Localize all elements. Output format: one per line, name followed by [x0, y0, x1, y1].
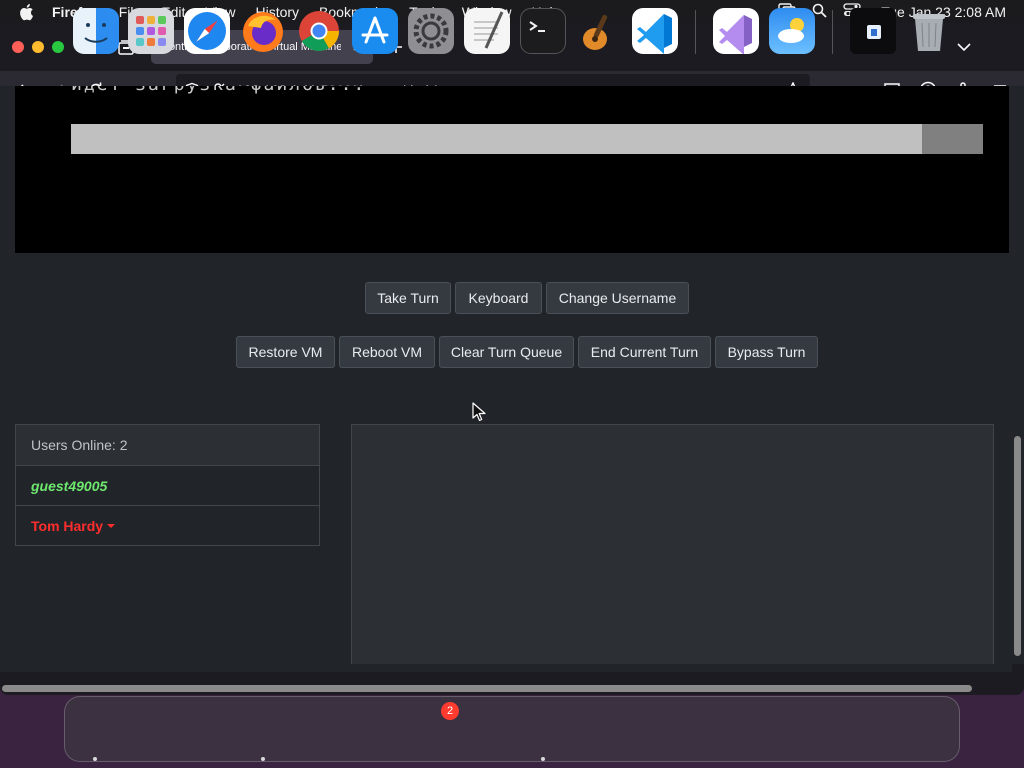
vm-progress-fill: [71, 124, 922, 154]
vscode-icon[interactable]: [632, 8, 678, 54]
clear-turn-queue-button[interactable]: Clear Turn Queue: [439, 336, 574, 368]
vertical-scrollbar-thumb[interactable]: [1014, 436, 1021, 656]
horizontal-scrollbar-thumb[interactable]: [2, 685, 972, 692]
dock-separator-2: [832, 10, 833, 54]
finder-icon[interactable]: [73, 8, 119, 54]
restore-vm-button[interactable]: Restore VM: [236, 336, 335, 368]
user-row-guest[interactable]: guest49005: [16, 466, 319, 506]
safari-icon[interactable]: [184, 8, 230, 54]
running-indicator-firefox: [261, 757, 265, 761]
user-name-admin: Tom Hardy: [31, 518, 104, 534]
running-indicator-finder: [93, 757, 97, 761]
visual-studio-icon[interactable]: [713, 8, 759, 55]
bypass-turn-button[interactable]: Bypass Turn: [715, 336, 818, 368]
list-all-tabs-icon[interactable]: [954, 37, 974, 57]
user-row-admin[interactable]: Tom Hardy: [16, 506, 319, 546]
screenshot-icon[interactable]: [850, 8, 896, 54]
users-online-panel: Users Online: 2 guest49005 Tom Hardy: [15, 424, 320, 546]
caret-down-icon[interactable]: [107, 524, 116, 528]
vm-progress-bar: [71, 124, 983, 154]
change-username-button[interactable]: Change Username: [546, 282, 689, 314]
launchpad-icon[interactable]: [128, 8, 174, 54]
trash-icon[interactable]: [906, 8, 952, 54]
settings-badge: 2: [441, 702, 459, 720]
window-close-button[interactable]: [12, 41, 24, 53]
take-turn-button[interactable]: Take Turn: [365, 282, 451, 314]
apple-icon[interactable]: [18, 3, 38, 21]
user-name-guest: guest49005: [31, 477, 108, 494]
mouse-cursor-icon: [472, 402, 486, 422]
users-online-header: Users Online: 2: [16, 425, 319, 466]
dock: [64, 696, 960, 762]
chrome-icon[interactable]: [296, 8, 342, 54]
firefox-icon[interactable]: [240, 8, 286, 54]
dock-separator: [695, 10, 696, 54]
page-content: идет загрузка файлов... Take Turn Keyboa…: [0, 86, 1012, 664]
horizontal-scrollbar-track[interactable]: [0, 664, 1012, 672]
weather-icon[interactable]: [769, 8, 815, 54]
keyboard-button[interactable]: Keyboard: [455, 282, 542, 314]
textedit-icon[interactable]: [464, 8, 510, 54]
end-current-turn-button[interactable]: End Current Turn: [578, 336, 711, 368]
window-zoom-button[interactable]: [52, 41, 64, 53]
garageband-icon[interactable]: [576, 8, 622, 54]
window-minimize-button[interactable]: [32, 41, 44, 53]
vm-display[interactable]: идет загрузка файлов...: [15, 86, 1009, 253]
system-settings-icon[interactable]: [408, 8, 454, 54]
chat-panel: [351, 424, 994, 664]
running-indicator-terminal: [541, 757, 545, 761]
app-store-icon[interactable]: [352, 8, 398, 54]
terminal-icon[interactable]: [520, 8, 566, 54]
vm-loading-text: идет загрузка файлов...: [71, 86, 366, 95]
reboot-vm-button[interactable]: Reboot VM: [339, 336, 435, 368]
